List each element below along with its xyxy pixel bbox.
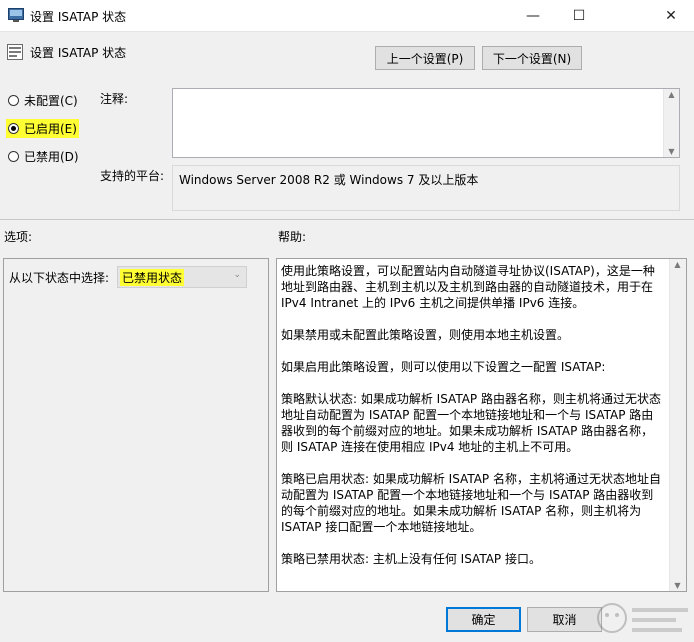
policy-title: 设置 ISATAP 状态 <box>30 46 127 60</box>
ok-button[interactable]: 确定 <box>446 607 521 632</box>
maximize-button[interactable]: ☐ <box>556 0 602 31</box>
platform-label: 支持的平台: <box>100 169 165 183</box>
scroll-down-icon[interactable]: ▼ <box>670 581 685 590</box>
chevron-down-icon[interactable]: ⌄ <box>233 270 241 280</box>
policy-setting-icon <box>7 44 23 60</box>
radio-not-configured[interactable]: 未配置(C) <box>8 92 78 109</box>
close-button[interactable]: ✕ <box>648 0 694 31</box>
radio-button-checked[interactable] <box>8 123 19 134</box>
help-paragraph: 使用此策略设置，可以配置站内自动隧道寻址协议(ISATAP)，这是一种地址到路由… <box>281 264 655 310</box>
help-paragraph: 策略已禁用状态: 主机上没有任何 ISATAP 接口。 <box>281 552 541 566</box>
divider <box>0 219 694 220</box>
help-scrollbar[interactable]: ▲ ▼ <box>669 259 686 591</box>
state-select-value: 已禁用状态 <box>120 269 185 286</box>
radio-button[interactable] <box>8 151 19 162</box>
radio-label: 未配置(C) <box>24 94 78 108</box>
title-bar: 设置 ISATAP 状态 — ☐ ✕ <box>0 0 694 32</box>
cancel-button[interactable]: 取消 <box>527 607 602 632</box>
platform-value: Windows Server 2008 R2 或 Windows 7 及以上版本 <box>179 173 479 187</box>
comment-textarea[interactable]: ▲ ▼ <box>172 88 680 158</box>
radio-label: 已禁用(D) <box>24 150 79 164</box>
options-section-label: 选项: <box>4 230 33 244</box>
comment-scrollbar[interactable]: ▲ ▼ <box>663 89 679 157</box>
radio-label: 已启用(E) <box>24 122 77 136</box>
state-select[interactable]: 已禁用状态 ⌄ <box>117 266 247 288</box>
scroll-up-icon[interactable]: ▲ <box>664 90 679 99</box>
next-setting-button[interactable]: 下一个设置(N) <box>482 46 582 70</box>
previous-setting-button[interactable]: 上一个设置(P) <box>375 46 475 70</box>
watermark-logo-icon <box>597 603 688 633</box>
radio-disabled[interactable]: 已禁用(D) <box>8 148 79 165</box>
window-title: 设置 ISATAP 状态 <box>30 10 127 24</box>
radio-enabled[interactable]: 已启用(E) <box>6 119 79 138</box>
help-panel: 使用此策略设置，可以配置站内自动隧道寻址协议(ISATAP)，这是一种地址到路由… <box>276 258 687 592</box>
comment-label: 注释: <box>100 92 129 106</box>
scroll-down-icon[interactable]: ▼ <box>664 147 679 156</box>
help-paragraph: 策略默认状态: 如果成功解析 ISATAP 路由器名称，则主机将通过无状态地址自… <box>281 392 661 454</box>
platform-field: Windows Server 2008 R2 或 Windows 7 及以上版本 <box>172 165 680 211</box>
scroll-up-icon[interactable]: ▲ <box>670 260 685 269</box>
select-state-label: 从以下状态中选择: <box>9 271 110 285</box>
help-paragraph: 如果启用此策略设置，则可以使用以下设置之一配置 ISATAP: <box>281 360 606 374</box>
options-panel <box>3 258 269 592</box>
help-paragraph: 如果禁用或未配置此策略设置，则使用本地主机设置。 <box>281 328 570 342</box>
help-paragraph: 策略已启用状态: 如果成功解析 ISATAP 名称，主机将通过无状态地址自动配置… <box>281 472 661 534</box>
minimize-button[interactable]: — <box>510 0 556 31</box>
radio-button[interactable] <box>8 95 19 106</box>
policy-window-icon <box>8 8 24 22</box>
help-section-label: 帮助: <box>278 230 307 244</box>
help-text: 使用此策略设置，可以配置站内自动隧道寻址协议(ISATAP)，这是一种地址到路由… <box>281 263 665 583</box>
